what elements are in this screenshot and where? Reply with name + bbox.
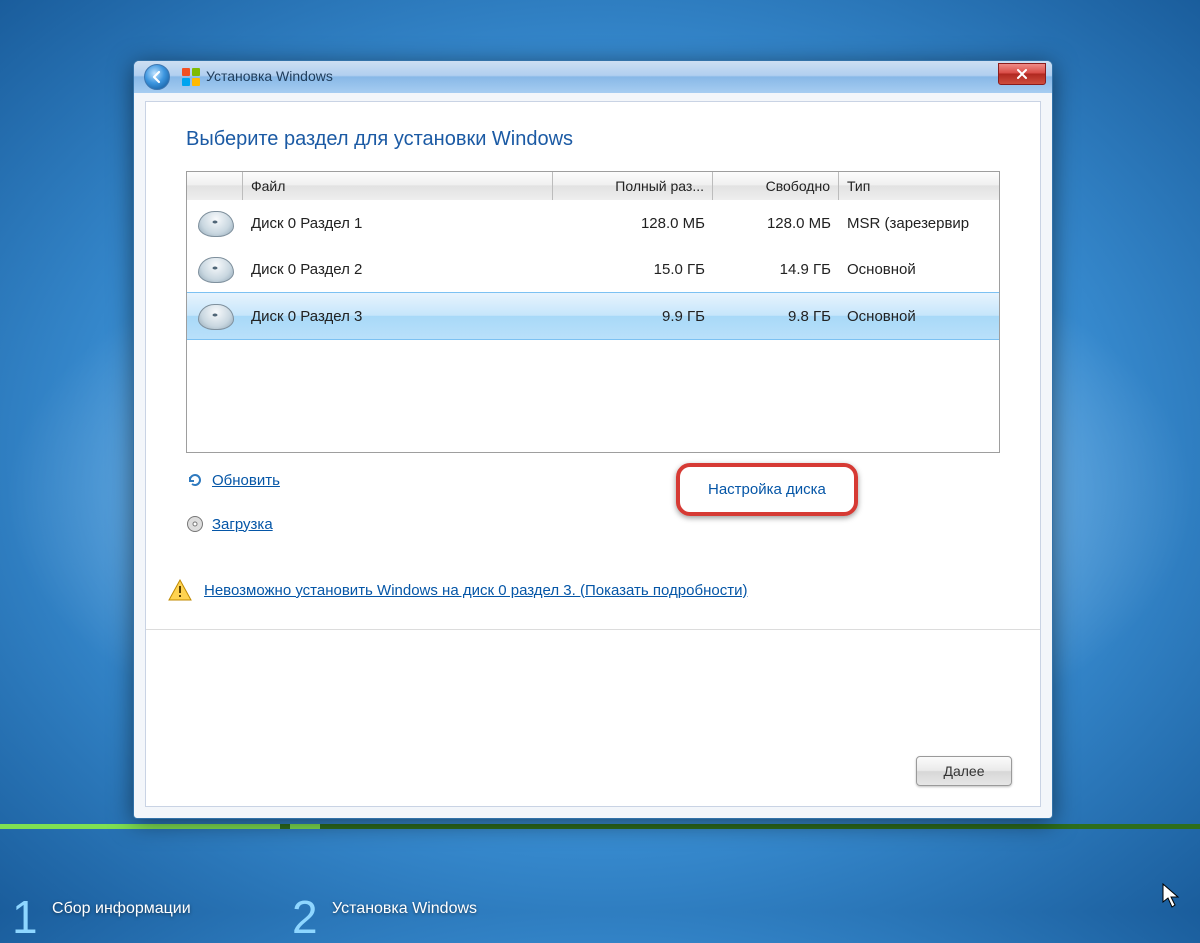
disk-icon [198,304,232,328]
header-type[interactable]: Тип [839,172,999,200]
header-free[interactable]: Свободно [713,172,839,200]
table-body: Диск 0 Раздел 1 128.0 МБ 128.0 МБ MSR (з… [187,200,999,452]
client-area: Выберите раздел для установки Windows Фа… [145,101,1041,807]
header-name[interactable]: Файл [243,172,553,200]
step1-label: Сбор информации [52,900,191,918]
warning-link[interactable]: Невозможно установить Windows на диск 0 … [204,582,747,599]
titlebar: Установка Windows [134,61,1052,93]
windows-logo-icon [182,68,200,86]
load-driver-link[interactable]: Загрузка [186,515,273,533]
table-row[interactable]: Диск 0 Раздел 3 9.9 ГБ 9.8 ГБ Основной [187,292,999,340]
disk-setup-link[interactable]: Настройка диска [676,463,858,516]
disk-icon [198,257,232,281]
partition-table: Файл Полный раз... Свободно Тип Диск 0 Р… [186,171,1000,453]
step2-label: Установка Windows [332,900,477,918]
cd-icon [186,515,204,533]
disk-setup-label: Настройка диска [708,481,826,498]
row0-total: 128.0 МБ [553,215,713,232]
refresh-icon [186,471,204,489]
row1-type: Основной [839,261,999,278]
header-total[interactable]: Полный раз... [553,172,713,200]
row1-free: 14.9 ГБ [713,261,839,278]
disk-icon [198,211,232,235]
step1-number: 1 [12,894,38,940]
back-button[interactable] [144,64,170,90]
row0-name: Диск 0 Раздел 1 [243,215,553,232]
cursor-icon [1162,883,1182,914]
row0-type: MSR (зарезервир [839,215,999,232]
window-title: Установка Windows [206,68,333,84]
step2-number: 2 [292,894,318,940]
refresh-link[interactable]: Обновить [186,471,280,489]
separator [146,629,1040,630]
page-heading: Выберите раздел для установки Windows [186,128,1000,151]
row1-name: Диск 0 Раздел 2 [243,261,553,278]
row2-type: Основной [839,308,999,325]
tool-row: Обновить Загрузка Настройка диска [186,471,1000,559]
row2-free: 9.8 ГБ [713,308,839,325]
install-progress-track [0,824,1200,829]
row1-total: 15.0 ГБ [553,261,713,278]
installer-window: Установка Windows Выберите раздел для ус… [133,60,1053,819]
load-label: Загрузка [212,516,273,533]
warning-icon [168,579,192,601]
row0-free: 128.0 МБ [713,215,839,232]
next-button[interactable]: Далее [916,756,1012,786]
table-header[interactable]: Файл Полный раз... Свободно Тип [187,172,999,200]
table-row[interactable]: Диск 0 Раздел 1 128.0 МБ 128.0 МБ MSR (з… [187,200,999,246]
refresh-label: Обновить [212,472,280,489]
row2-total: 9.9 ГБ [553,308,713,325]
close-button[interactable] [998,63,1046,85]
table-row[interactable]: Диск 0 Раздел 2 15.0 ГБ 14.9 ГБ Основной [187,246,999,292]
row2-name: Диск 0 Раздел 3 [243,308,553,325]
warning-row: Невозможно установить Windows на диск 0 … [168,579,1018,601]
